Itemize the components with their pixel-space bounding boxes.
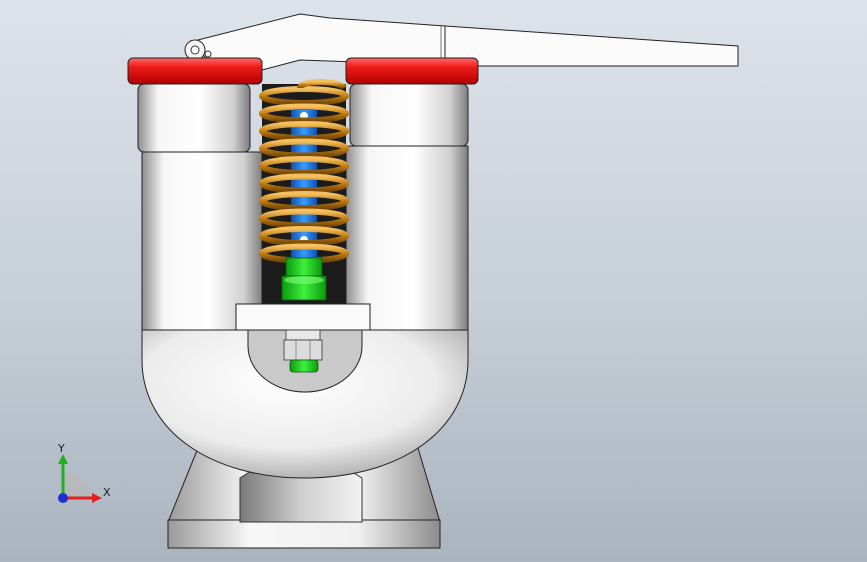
right-red-cap[interactable] <box>345 57 479 85</box>
left-red-cap[interactable] <box>127 57 263 85</box>
hex-nut[interactable] <box>283 329 323 361</box>
right-tube[interactable] <box>345 83 469 331</box>
cad-viewport[interactable] <box>0 0 867 562</box>
lower-green-fitting[interactable] <box>289 359 319 373</box>
support-plate[interactable] <box>235 303 371 331</box>
axis-triad-icon <box>58 454 102 503</box>
left-tube[interactable] <box>137 83 263 331</box>
y-axis-label: Y <box>58 442 65 455</box>
valve-seat-green[interactable] <box>281 257 327 301</box>
valve-stem-rod[interactable] <box>291 110 317 260</box>
x-axis-label: X <box>103 486 111 499</box>
